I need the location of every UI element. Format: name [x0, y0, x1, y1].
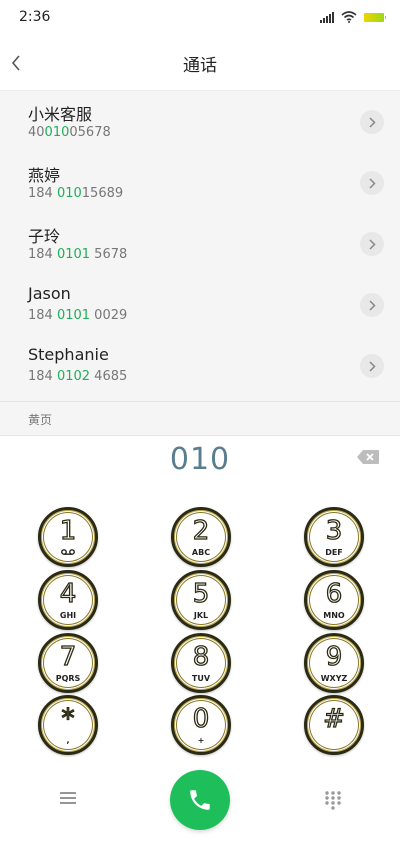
chevron-right-icon	[368, 299, 376, 311]
battery-icon	[364, 12, 386, 22]
status-bar: 2:36	[0, 0, 400, 36]
yellow-pages-section-label: 黄页	[28, 413, 53, 427]
contact-results: 小米客服 4001005678 燕婷 184 01015689 子玲 184 0…	[0, 90, 400, 436]
divider	[0, 401, 400, 402]
phone-icon	[190, 790, 210, 810]
key-digit: 6	[325, 578, 343, 609]
contact-detail-button[interactable]	[360, 354, 384, 378]
key-digit: 5	[192, 578, 210, 609]
key-letters: WXYZ	[320, 674, 348, 683]
chevron-right-icon	[368, 360, 376, 372]
contact-number: 184 01015689	[28, 186, 124, 201]
chevron-right-icon	[368, 177, 376, 189]
page-title: 通话	[183, 56, 217, 76]
key-digit: #	[322, 703, 345, 734]
menu-button[interactable]	[56, 788, 80, 808]
backspace-icon	[357, 450, 379, 464]
contact-number: 184 0102 4685	[28, 369, 128, 384]
signal-icon	[320, 11, 334, 23]
key-letters: JKL	[193, 611, 209, 620]
chevron-right-icon	[368, 238, 376, 250]
key-letters: DEF	[325, 548, 343, 557]
contact-row[interactable]: 子玲 184 0101 5678	[0, 213, 400, 274]
backspace-button[interactable]	[356, 449, 380, 465]
key-5[interactable]: 5 JKL	[171, 570, 231, 630]
key-digit: 0	[192, 703, 210, 734]
key-1[interactable]: 1	[38, 507, 98, 567]
key-letters: +	[197, 736, 205, 745]
key-8[interactable]: 8 TUV	[171, 633, 231, 693]
contact-row[interactable]: 燕婷 184 01015689	[0, 152, 400, 213]
key-digit: 2	[192, 515, 210, 546]
key-digit: 9	[325, 641, 343, 672]
menu-icon	[60, 792, 76, 804]
keypad-toggle-button[interactable]	[324, 790, 342, 810]
contact-detail-button[interactable]	[360, 110, 384, 134]
contact-name: 燕婷	[28, 166, 61, 185]
contact-row[interactable]: 小米客服 4001005678	[0, 91, 400, 152]
key-2[interactable]: 2 ABC	[171, 507, 231, 567]
contact-row[interactable]: Jason 184 0101 0029	[0, 274, 400, 335]
contact-detail-button[interactable]	[360, 232, 384, 256]
key-6[interactable]: 6 MNO	[304, 570, 364, 630]
call-button[interactable]	[170, 770, 230, 830]
bottom-bar	[0, 768, 400, 830]
key-letters: ABC	[191, 548, 211, 557]
dial-area: 010	[0, 435, 400, 496]
status-time: 2:36	[19, 9, 51, 25]
key-9[interactable]: 9 WXYZ	[304, 633, 364, 693]
key-hash[interactable]: #	[304, 695, 364, 755]
key-4[interactable]: 4 GHI	[38, 570, 98, 630]
key-letters: GHI	[59, 611, 77, 620]
contact-number: 184 0101 5678	[28, 247, 128, 262]
contact-name: 子玲	[28, 227, 61, 246]
key-digit: 4	[59, 578, 77, 609]
contact-detail-button[interactable]	[360, 171, 384, 195]
key-star[interactable]: * ,	[38, 695, 98, 755]
contact-number: 4001005678	[28, 125, 111, 140]
key-digit: 3	[325, 515, 343, 546]
key-digit: *	[61, 703, 75, 734]
contact-number: 184 0101 0029	[28, 308, 128, 323]
key-letters: ,	[66, 736, 70, 745]
key-0[interactable]: 0 +	[171, 695, 231, 755]
contact-name: Stephanie	[28, 345, 109, 364]
contact-name: Jason	[28, 284, 71, 303]
key-7[interactable]: 7 PQRS	[38, 633, 98, 693]
voicemail-icon	[41, 548, 95, 557]
wifi-icon	[341, 11, 357, 23]
key-letters: MNO	[323, 611, 345, 620]
contact-detail-button[interactable]	[360, 293, 384, 317]
key-3[interactable]: 3 DEF	[304, 507, 364, 567]
dial-number-display[interactable]: 010	[0, 442, 400, 477]
key-digit: 8	[192, 641, 210, 672]
contact-row[interactable]: Stephanie 184 0102 4685	[0, 335, 400, 396]
key-letters: TUV	[191, 674, 211, 683]
key-digit: 1	[59, 515, 77, 546]
key-letters: PQRS	[55, 674, 81, 683]
contact-name: 小米客服	[28, 105, 93, 124]
header: 通话	[0, 36, 400, 90]
status-icons	[320, 11, 386, 23]
dialpad-icon	[325, 791, 341, 810]
chevron-right-icon	[368, 116, 376, 128]
key-digit: 7	[59, 641, 77, 672]
